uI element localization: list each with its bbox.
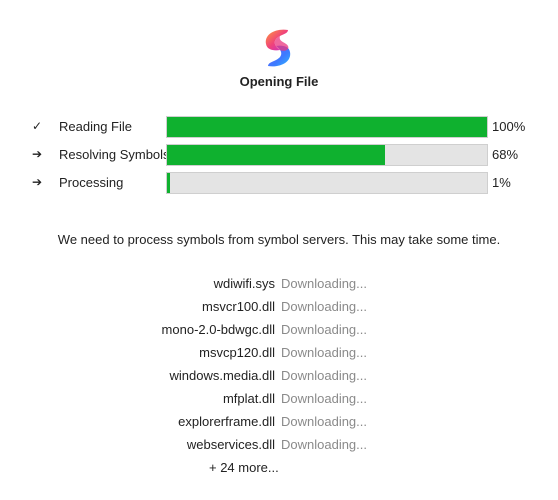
file-status: Downloading...	[281, 414, 367, 429]
file-status: Downloading...	[281, 299, 367, 314]
progress-label: Processing	[59, 175, 124, 190]
file-name: windows.media.dll	[169, 368, 276, 383]
progress-bar-fill	[167, 173, 171, 193]
progress-bar-fill	[167, 117, 487, 137]
progress-percent: 68%	[492, 147, 519, 162]
file-row: webservices.dll Downloading...	[0, 436, 558, 459]
progress-row-processing: ➔ Processing 1%	[0, 171, 558, 195]
file-row: wdiwifi.sys Downloading...	[0, 275, 558, 298]
file-status: Downloading...	[281, 345, 367, 360]
file-name: webservices.dll	[186, 437, 275, 452]
progress-bar	[166, 116, 488, 138]
arrow-right-icon: ➔	[31, 147, 43, 161]
dialog-title: Opening File	[239, 74, 319, 89]
file-status: Downloading...	[281, 276, 367, 291]
progress-bar-fill	[167, 145, 385, 165]
file-row: windows.media.dll Downloading...	[0, 367, 558, 390]
file-status: Downloading...	[281, 391, 367, 406]
progress-label: Reading File	[59, 119, 132, 134]
arrow-right-icon: ➔	[31, 175, 43, 189]
more-files-link[interactable]: + 24 more...	[209, 460, 279, 475]
progress-percent: 1%	[492, 175, 511, 190]
progress-percent: 100%	[492, 119, 526, 134]
file-row: msvcp120.dll Downloading...	[0, 344, 558, 367]
file-name: wdiwifi.sys	[213, 276, 275, 291]
app-logo	[265, 29, 291, 67]
progress-row-reading-file: ✓ Reading File 100%	[0, 115, 558, 139]
progress-label: Resolving Symbols	[59, 147, 170, 162]
file-row: msvcr100.dll Downloading...	[0, 298, 558, 321]
progress-row-resolving-symbols: ➔ Resolving Symbols 68%	[0, 143, 558, 167]
file-status: Downloading...	[281, 368, 367, 383]
file-status: Downloading...	[281, 437, 367, 452]
info-message: We need to process symbols from symbol s…	[57, 232, 501, 247]
file-row: mfplat.dll Downloading...	[0, 390, 558, 413]
download-file-list: wdiwifi.sys Downloading... msvcr100.dll …	[0, 275, 558, 459]
check-icon: ✓	[31, 119, 43, 133]
file-name: msvcp120.dll	[199, 345, 275, 360]
file-row: mono-2.0-bdwgc.dll Downloading...	[0, 321, 558, 344]
file-name: explorerframe.dll	[178, 414, 275, 429]
file-name: mfplat.dll	[222, 391, 275, 406]
progress-bar	[166, 144, 488, 166]
progress-bar	[166, 172, 488, 194]
file-name: mono-2.0-bdwgc.dll	[161, 322, 275, 337]
file-status: Downloading...	[281, 322, 367, 337]
file-name: msvcr100.dll	[202, 299, 275, 314]
file-row: explorerframe.dll Downloading...	[0, 413, 558, 436]
